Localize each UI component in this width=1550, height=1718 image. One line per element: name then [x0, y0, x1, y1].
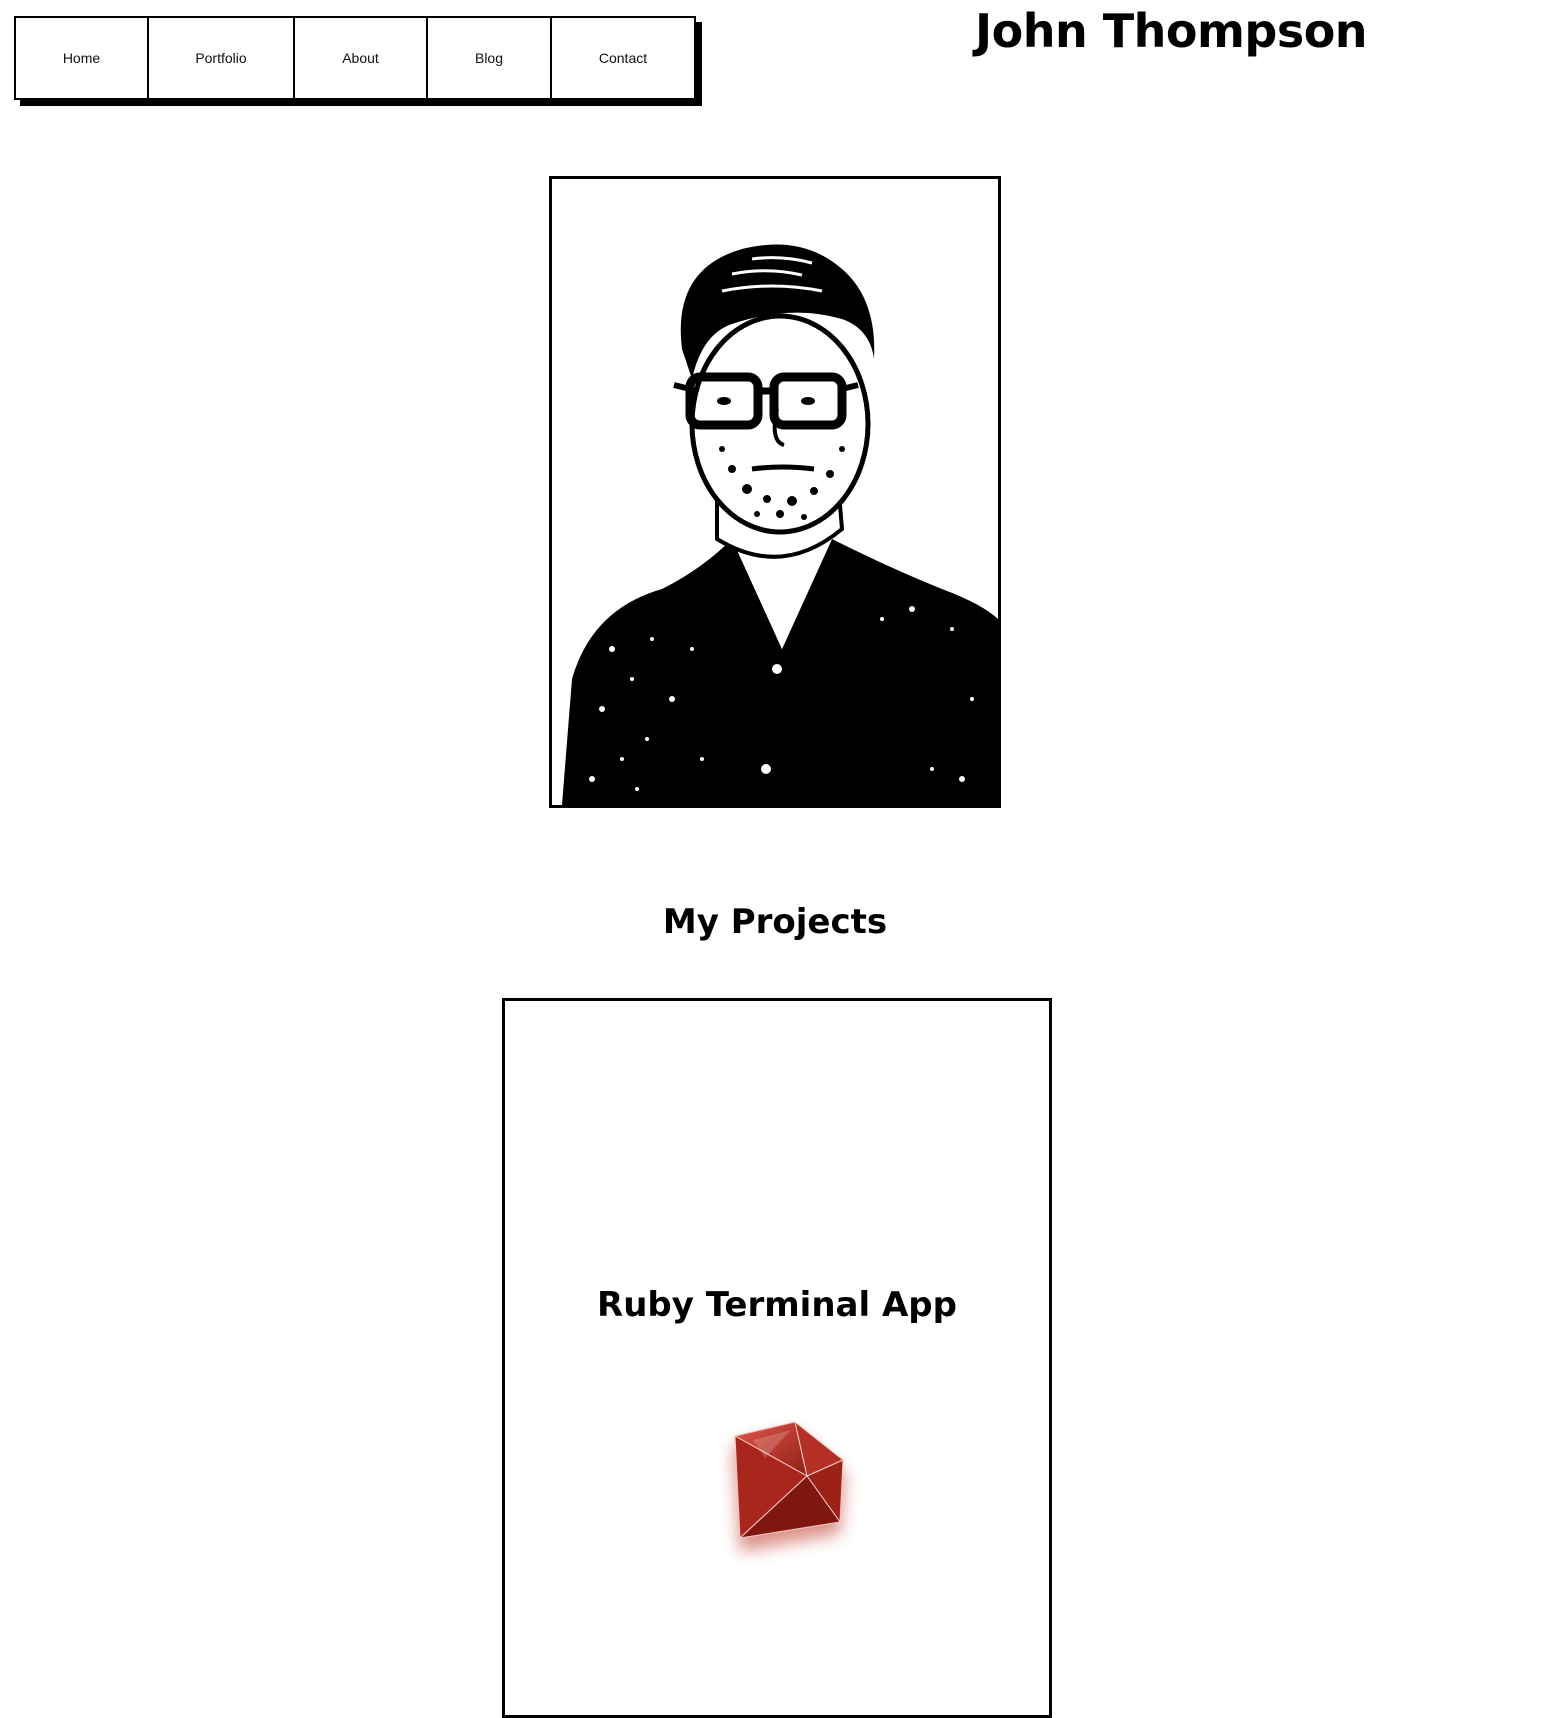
nav-item-portfolio[interactable]: Portfolio	[149, 18, 295, 98]
nav-item-about[interactable]: About	[295, 18, 428, 98]
main-navigation: Home Portfolio About Blog Contact	[14, 16, 696, 100]
project-title: Ruby Terminal App	[597, 1285, 957, 1325]
nav-item-blog[interactable]: Blog	[428, 18, 552, 98]
profile-photo	[549, 176, 1001, 808]
site-title: John Thompson	[975, 4, 1368, 58]
ruby-gem-icon	[695, 1396, 875, 1576]
projects-heading: My Projects	[662, 902, 888, 942]
nav-item-contact[interactable]: Contact	[552, 18, 694, 98]
profile-photo-illustration	[552, 179, 998, 805]
nav-item-home[interactable]: Home	[16, 18, 149, 98]
project-card[interactable]: Ruby Terminal App	[502, 998, 1052, 1718]
